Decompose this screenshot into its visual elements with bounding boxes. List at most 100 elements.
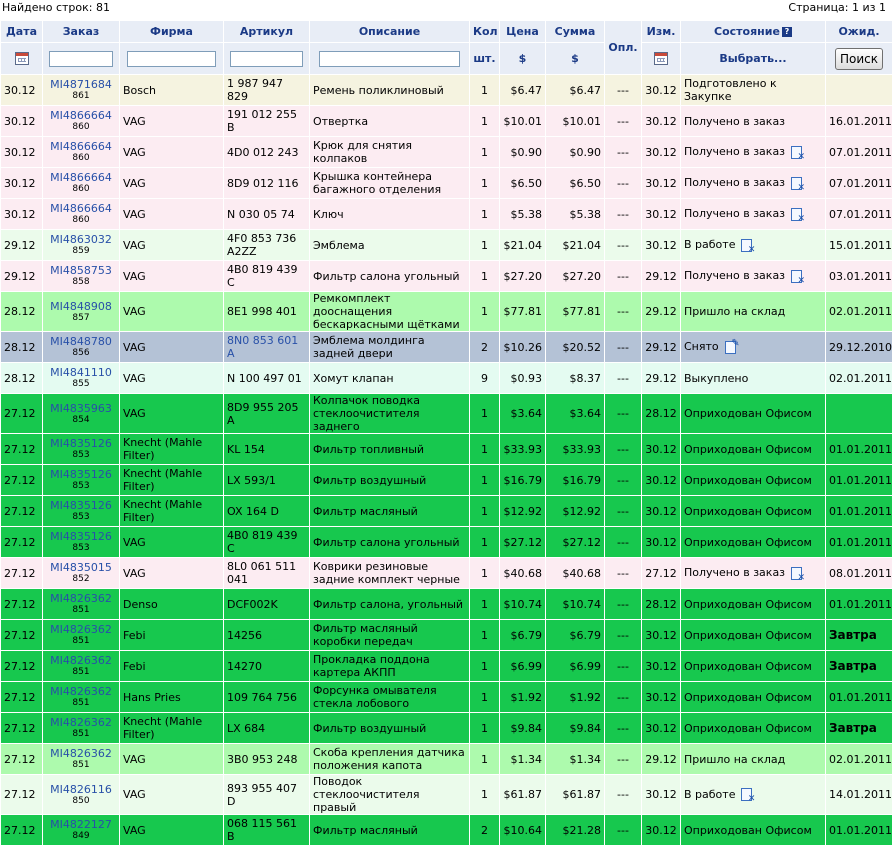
- edit-document-icon[interactable]: [725, 341, 736, 354]
- table-row[interactable]: 30.12MI4866664860VAG4D0 012 243Крюк для …: [1, 137, 892, 168]
- table-row[interactable]: 27.12MI4826116850VAG893 955 407 DПоводок…: [1, 775, 892, 815]
- col-date-header[interactable]: Дата: [1, 21, 43, 43]
- article-filter-input[interactable]: [230, 51, 303, 67]
- table-row[interactable]: 28.12MI4841110855VAGN 100 497 01Хомут кл…: [1, 363, 892, 394]
- table-row[interactable]: 27.12MI4835126853Knecht (Mahle Filter)KL…: [1, 434, 892, 465]
- table-row[interactable]: 29.12MI4863032859VAG4F0 853 736 A2ZZЭмбл…: [1, 230, 892, 261]
- order-link[interactable]: MI4826362: [46, 685, 116, 698]
- col-order-header[interactable]: Заказ: [43, 21, 120, 43]
- table-row[interactable]: 27.12MI4826362851Febi14270Прокладка подд…: [1, 651, 892, 682]
- table-row[interactable]: 27.12MI4835015852VAG8L0 061 511 041Коври…: [1, 558, 892, 589]
- table-row[interactable]: 30.12MI4866664860VAGN 030 05 74Ключ1$5.3…: [1, 199, 892, 230]
- cell-description: Фильтр масляный коробки передач: [310, 620, 470, 651]
- delete-document-icon[interactable]: [791, 270, 802, 283]
- cell-order: MI4826116850: [43, 775, 120, 815]
- order-link[interactable]: MI4835126: [46, 437, 116, 450]
- state-select-link[interactable]: Выбрать...: [719, 52, 786, 65]
- cell-sum: $77.81: [546, 292, 605, 332]
- table-row[interactable]: 29.12MI4858753858VAG4B0 819 439 CФильтр …: [1, 261, 892, 292]
- table-row[interactable]: 27.12MI4826362851DensoDCF002KФильтр сало…: [1, 589, 892, 620]
- order-link[interactable]: MI4826362: [46, 747, 116, 760]
- cell-qty: 1: [470, 465, 500, 496]
- cell-order: MI4826362851: [43, 682, 120, 713]
- cell-expected: 07.01.2011: [826, 199, 892, 230]
- search-button[interactable]: Поиск: [835, 48, 883, 70]
- col-price-header[interactable]: Цена: [500, 21, 546, 43]
- order-link[interactable]: MI4826116: [46, 783, 116, 796]
- col-firm-header[interactable]: Фирма: [120, 21, 224, 43]
- cell-state: Выкуплено: [681, 363, 826, 394]
- delete-document-icon[interactable]: [741, 239, 752, 252]
- table-row[interactable]: 30.12MI4871684861Bosch1 987 947 829Ремен…: [1, 75, 892, 106]
- cell-price: $0.93: [500, 363, 546, 394]
- order-link[interactable]: MI4848780: [46, 335, 116, 348]
- table-row[interactable]: 27.12MI4826362851Febi14256Фильтр масляны…: [1, 620, 892, 651]
- cell-state: Оприходован Офисом: [681, 394, 826, 434]
- cell-expected: 08.01.2011: [826, 558, 892, 589]
- article-text[interactable]: 8N0 853 601 A: [227, 334, 298, 360]
- table-row[interactable]: 28.12MI4848908857VAG8E1 998 401Ремкомпле…: [1, 292, 892, 332]
- table-row[interactable]: 27.12MI4835126853Knecht (Mahle Filter)LX…: [1, 465, 892, 496]
- table-row[interactable]: 27.12MI4835963854VAG8D9 955 205 AКолпачо…: [1, 394, 892, 434]
- cell-firm: Denso: [120, 589, 224, 620]
- table-row[interactable]: 27.12MI4835126853VAG4B0 819 439 CФильтр …: [1, 527, 892, 558]
- table-row[interactable]: 30.12MI4866664860VAG191 012 255 BОтвертк…: [1, 106, 892, 137]
- description-filter-input[interactable]: [319, 51, 460, 67]
- cell-expected: [826, 75, 892, 106]
- calendar-icon[interactable]: [15, 52, 29, 65]
- calendar-icon[interactable]: [654, 52, 668, 65]
- order-link[interactable]: MI4826362: [46, 592, 116, 605]
- delete-document-icon[interactable]: [791, 208, 802, 221]
- order-link[interactable]: MI4866664: [46, 202, 116, 215]
- order-link[interactable]: MI4835015: [46, 561, 116, 574]
- order-link[interactable]: MI4841110: [46, 366, 116, 379]
- order-link[interactable]: MI4826362: [46, 623, 116, 636]
- order-sub-number: 852: [46, 574, 116, 585]
- order-link[interactable]: MI4848908: [46, 300, 116, 313]
- order-link[interactable]: MI4835126: [46, 499, 116, 512]
- article-text: LX 684: [227, 722, 265, 735]
- delete-document-icon[interactable]: [791, 177, 802, 190]
- table-row[interactable]: 30.12MI4866664860VAG8D9 012 116Крышка ко…: [1, 168, 892, 199]
- order-link[interactable]: MI4871684: [46, 78, 116, 91]
- table-row[interactable]: 28.12MI4848780856VAG8N0 853 601 AЭмблема…: [1, 332, 892, 363]
- col-qty-header[interactable]: Кол: [470, 21, 500, 43]
- cell-expected: 01.01.2011: [826, 682, 892, 713]
- col-expected-header[interactable]: Ожид.: [826, 21, 892, 43]
- table-row[interactable]: 27.12MI4826362851Knecht (Mahle Filter)LX…: [1, 713, 892, 744]
- order-link[interactable]: MI4858753: [46, 264, 116, 277]
- table-row[interactable]: 27.12MI4835126853Knecht (Mahle Filter)OX…: [1, 496, 892, 527]
- table-row[interactable]: 27.12MI4822127849VAG068 115 561 BФильтр …: [1, 815, 892, 846]
- delete-document-icon[interactable]: [791, 146, 802, 159]
- cell-changed: 30.12: [642, 775, 681, 815]
- col-paid-header[interactable]: Опл.: [605, 21, 642, 75]
- order-link[interactable]: MI4835126: [46, 468, 116, 481]
- order-link[interactable]: MI4826362: [46, 654, 116, 667]
- article-text: 14270: [227, 660, 262, 673]
- col-article-header[interactable]: Артикул: [224, 21, 310, 43]
- cell-order: MI4826362851: [43, 620, 120, 651]
- order-link[interactable]: MI4866664: [46, 171, 116, 184]
- delete-document-icon[interactable]: [741, 788, 752, 801]
- table-row[interactable]: 27.12MI4826362851VAG3B0 953 248Скоба кре…: [1, 744, 892, 775]
- cell-expected: 01.01.2011: [826, 589, 892, 620]
- col-sum-header[interactable]: Сумма: [546, 21, 605, 43]
- order-link[interactable]: MI4826362: [46, 716, 116, 729]
- article-text: 4B0 819 439 C: [227, 529, 298, 555]
- orders-table: Дата Заказ Фирма Артикул Описание Кол Це…: [0, 20, 892, 846]
- firm-filter-input[interactable]: [127, 51, 216, 67]
- order-link[interactable]: MI4835963: [46, 402, 116, 415]
- table-row[interactable]: 27.12MI4826362851Hans Pries109 764 756Фо…: [1, 682, 892, 713]
- order-link[interactable]: MI4866664: [46, 109, 116, 122]
- order-link[interactable]: MI4835126: [46, 530, 116, 543]
- col-state-header[interactable]: Состояние?: [681, 21, 826, 43]
- cell-date: 27.12: [1, 465, 43, 496]
- cell-firm: Knecht (Mahle Filter): [120, 465, 224, 496]
- order-link[interactable]: MI4866664: [46, 140, 116, 153]
- col-changed-header[interactable]: Изм.: [642, 21, 681, 43]
- col-description-header[interactable]: Описание: [310, 21, 470, 43]
- order-link[interactable]: MI4863032: [46, 233, 116, 246]
- delete-document-icon[interactable]: [791, 567, 802, 580]
- help-icon[interactable]: ?: [782, 27, 792, 37]
- order-filter-input[interactable]: [49, 51, 113, 67]
